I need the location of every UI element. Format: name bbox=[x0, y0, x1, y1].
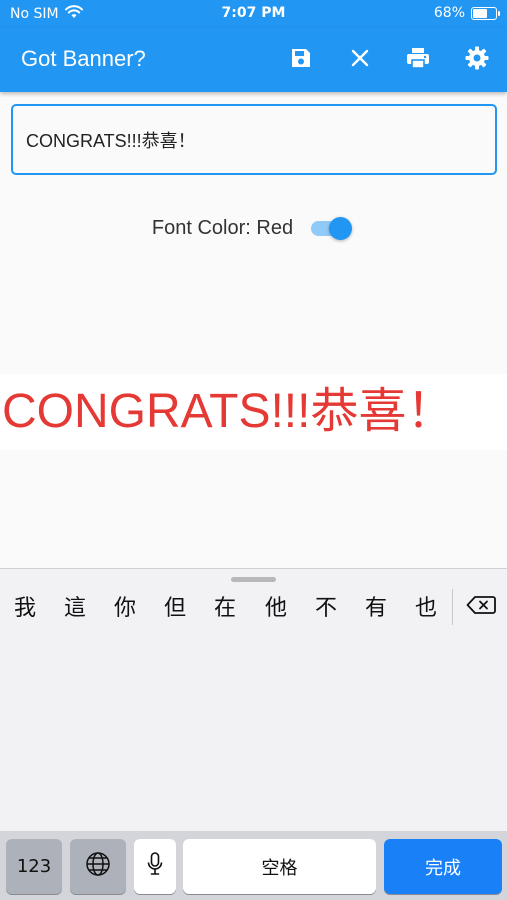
candidate-item[interactable]: 在 bbox=[205, 593, 245, 625]
globe-key[interactable] bbox=[70, 839, 126, 894]
settings-button[interactable] bbox=[459, 42, 495, 78]
save-icon bbox=[289, 46, 313, 74]
keyboard: 我 這 你 但 在 他 不 有 也 123 空格 完成 bbox=[0, 568, 507, 900]
banner-preview: CONGRATS!!!恭喜！ bbox=[0, 374, 507, 450]
candidate-item[interactable]: 他 bbox=[256, 593, 296, 625]
battery-percent: 68% bbox=[433, 5, 465, 21]
numbers-key[interactable]: 123 bbox=[6, 839, 62, 894]
candidate-item[interactable]: 不 bbox=[306, 593, 346, 625]
close-icon bbox=[349, 47, 371, 73]
candidate-item[interactable]: 但 bbox=[155, 593, 195, 625]
dictation-key[interactable] bbox=[134, 839, 176, 894]
candidate-bar: 我 這 你 但 在 他 不 有 也 bbox=[0, 589, 507, 629]
space-key-label: 空格 bbox=[261, 857, 298, 879]
keyboard-handle[interactable] bbox=[231, 577, 276, 582]
font-color-switch[interactable] bbox=[309, 214, 355, 242]
print-button[interactable] bbox=[400, 42, 436, 78]
keyboard-bottom-row: 123 空格 完成 bbox=[0, 831, 507, 900]
microphone-icon bbox=[146, 851, 164, 882]
done-key-label: 完成 bbox=[425, 857, 461, 879]
candidate-item[interactable]: 也 bbox=[406, 593, 446, 625]
battery-icon bbox=[471, 6, 500, 20]
switch-thumb bbox=[329, 217, 353, 240]
app-title: Got Banner? bbox=[21, 46, 146, 71]
status-bar: No SIM 7:07 PM 68% bbox=[0, 0, 507, 28]
save-button[interactable] bbox=[283, 42, 319, 78]
done-key[interactable]: 完成 bbox=[384, 839, 502, 894]
backspace-button[interactable] bbox=[462, 591, 500, 623]
font-color-label: Font Color: Red bbox=[151, 216, 294, 239]
candidate-item[interactable]: 你 bbox=[105, 593, 145, 625]
font-color-row: Font Color: Red bbox=[0, 206, 507, 250]
space-key[interactable]: 空格 bbox=[183, 839, 376, 894]
banner-text-field[interactable] bbox=[11, 104, 497, 175]
candidate-divider bbox=[452, 589, 453, 625]
banner-preview-text: CONGRATS!!!恭喜！ bbox=[2, 385, 455, 438]
candidate-item[interactable]: 這 bbox=[55, 593, 95, 625]
app-bar: Got Banner? bbox=[0, 28, 507, 92]
banner-text-input[interactable] bbox=[13, 106, 495, 173]
numbers-key-label: 123 bbox=[16, 856, 52, 877]
print-icon bbox=[405, 46, 431, 74]
battery-fill bbox=[473, 8, 488, 18]
close-button[interactable] bbox=[342, 42, 378, 78]
backspace-icon bbox=[466, 595, 496, 619]
battery-nub bbox=[498, 10, 500, 16]
status-right: 68% bbox=[433, 5, 500, 21]
candidate-item[interactable]: 我 bbox=[5, 593, 45, 625]
candidate-item[interactable]: 有 bbox=[356, 593, 396, 625]
settings-icon bbox=[464, 45, 490, 75]
globe-icon bbox=[85, 851, 111, 882]
status-time: 7:07 PM bbox=[221, 5, 286, 21]
